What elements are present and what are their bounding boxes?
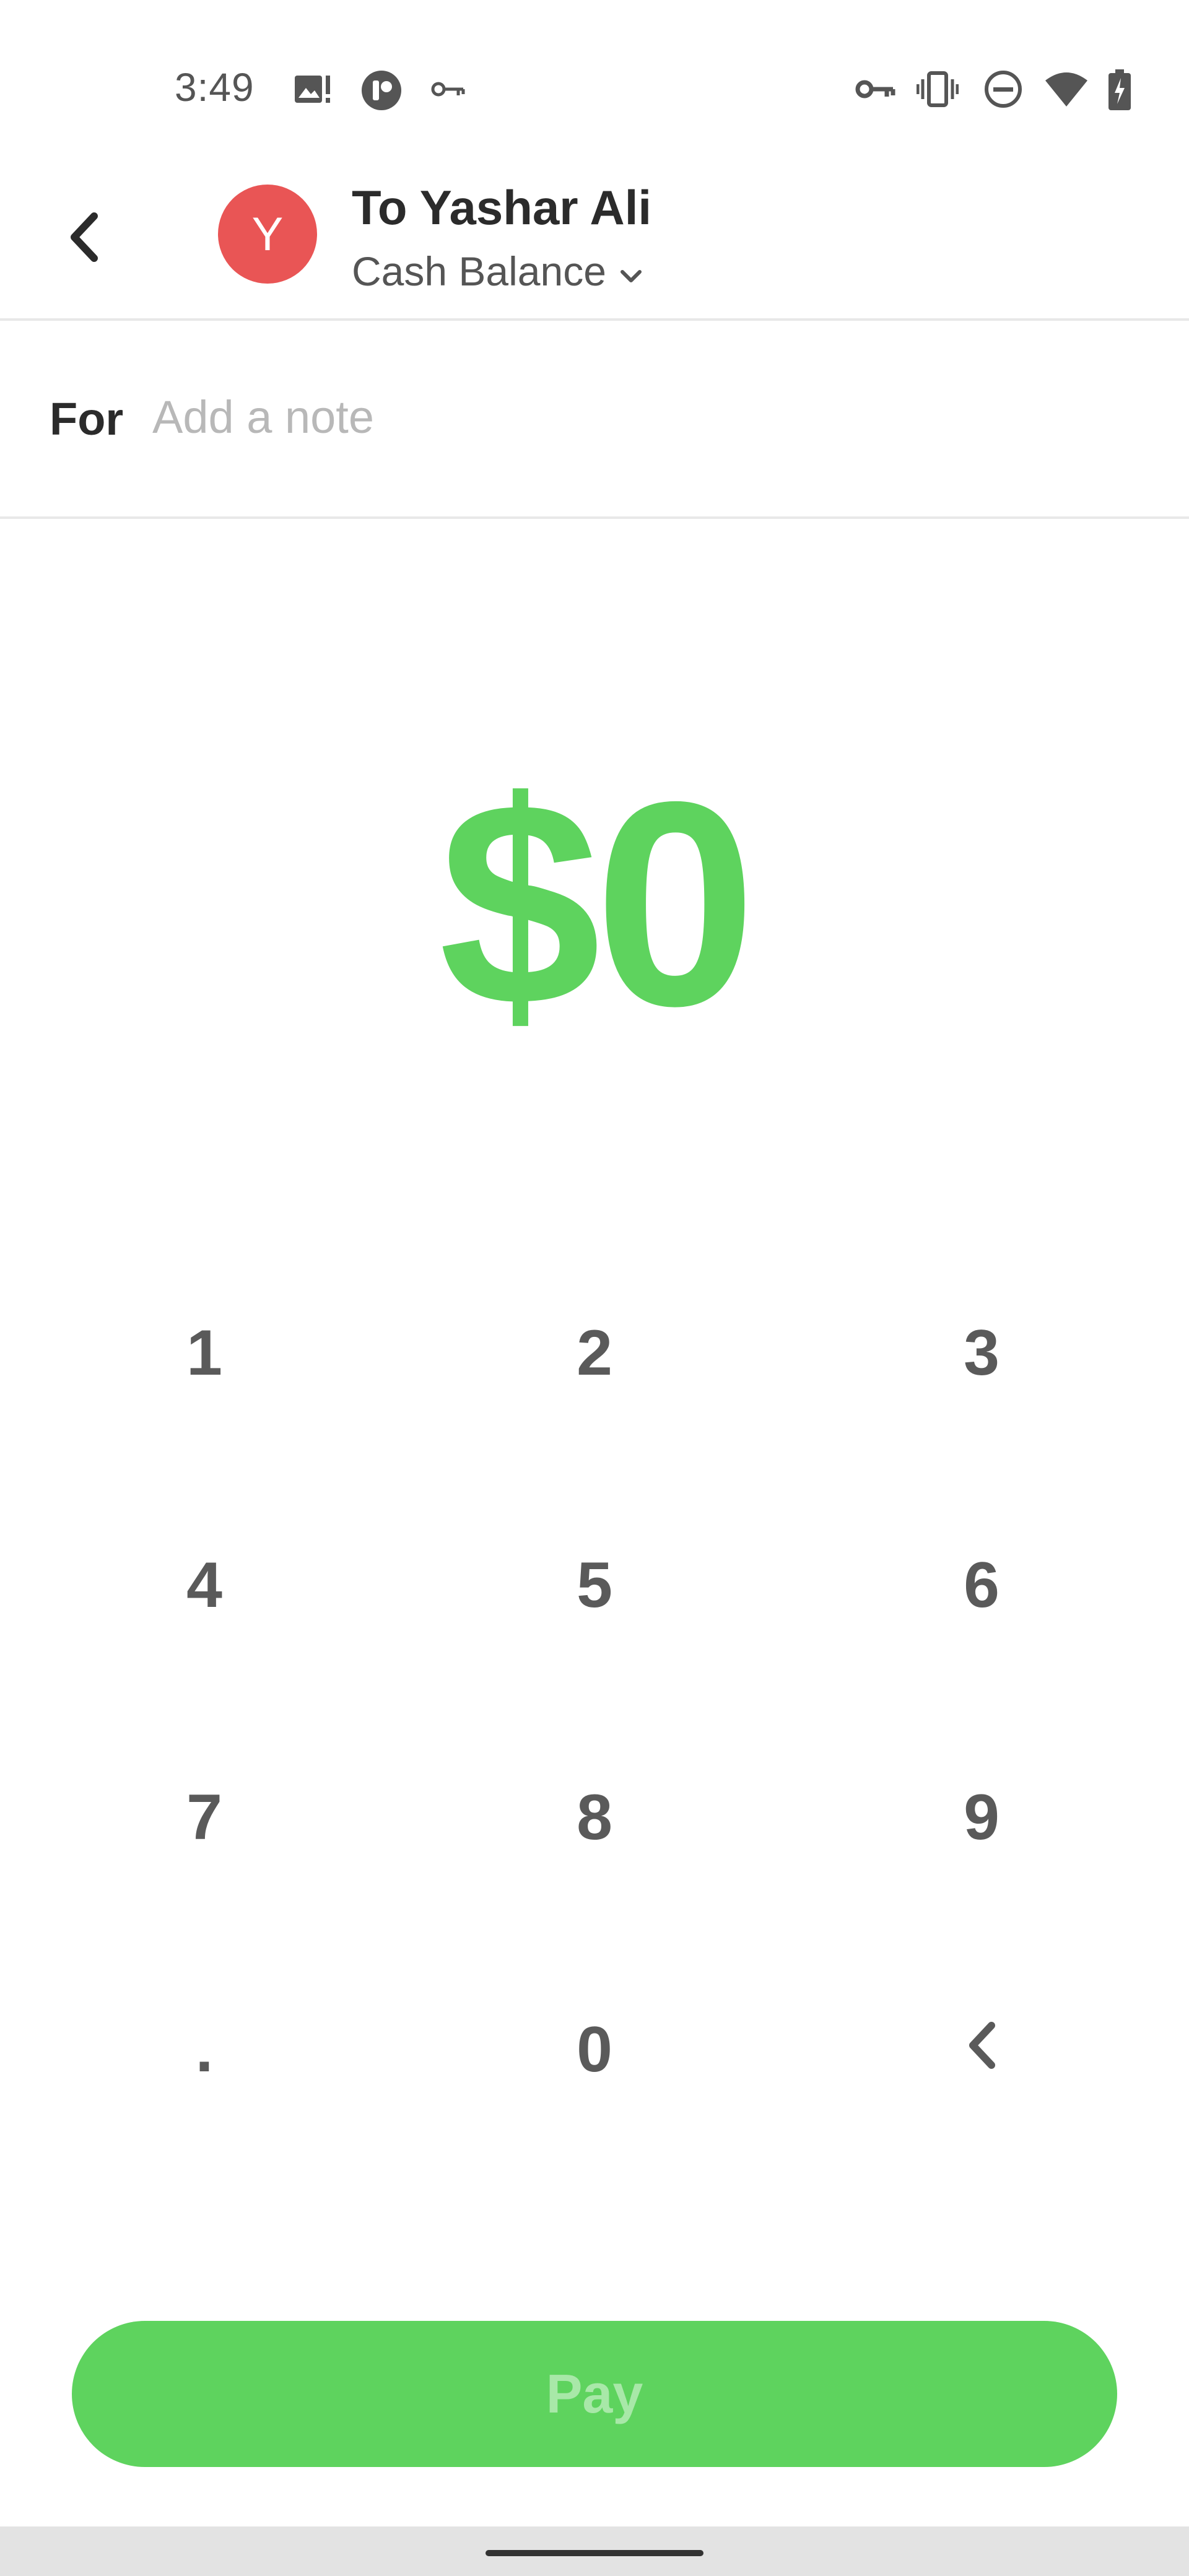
- vpn-key-icon: [855, 69, 895, 109]
- note-input[interactable]: [152, 383, 1081, 451]
- chevron-down-icon: [619, 248, 643, 295]
- payment-source-select[interactable]: Cash Balance: [352, 248, 643, 295]
- key-decimal[interactable]: .: [31, 1957, 378, 2143]
- keypad: 1 2 3 4 5 6 7 8 9 . 0: [0, 1260, 1189, 2189]
- do-not-disturb-icon: [983, 69, 1023, 109]
- vibrate-icon: [916, 69, 959, 109]
- chevron-left-icon: [66, 211, 103, 266]
- vpn-key-icon: [431, 69, 471, 109]
- key-8[interactable]: 8: [421, 1725, 768, 1910]
- battery-charging-icon: [1107, 69, 1147, 110]
- status-bar: 3:49: [0, 0, 1189, 180]
- app-notification-icon: [360, 69, 401, 110]
- avatar-initial: Y: [251, 207, 284, 261]
- key-1[interactable]: 1: [31, 1260, 378, 1446]
- key-6[interactable]: 6: [808, 1492, 1155, 1678]
- navigation-bar: [0, 2526, 1189, 2576]
- payment-header: Y To Yashar Ali Cash Balance: [0, 180, 1189, 321]
- avatar: Y: [218, 185, 317, 284]
- backspace-chevron-icon: [963, 2013, 1000, 2087]
- key-3[interactable]: 3: [808, 1260, 1155, 1446]
- pay-button[interactable]: Pay: [72, 2321, 1117, 2467]
- key-2[interactable]: 2: [421, 1260, 768, 1446]
- note-row: For: [0, 321, 1189, 519]
- amount-display: $0: [438, 741, 757, 1066]
- home-gesture-handle[interactable]: [486, 2550, 703, 2556]
- image-alert-icon: [294, 69, 333, 109]
- note-label: For: [50, 393, 124, 445]
- key-4[interactable]: 4: [31, 1492, 378, 1678]
- backspace-key[interactable]: [808, 1957, 1155, 2143]
- key-7[interactable]: 7: [31, 1725, 378, 1910]
- back-button[interactable]: [59, 204, 109, 272]
- key-9[interactable]: 9: [808, 1725, 1155, 1910]
- key-5[interactable]: 5: [421, 1492, 768, 1678]
- recipient-title: To Yashar Ali: [352, 180, 652, 235]
- payment-source-label: Cash Balance: [352, 248, 606, 294]
- wifi-icon: [1044, 69, 1087, 109]
- status-time: 3:49: [175, 65, 255, 110]
- key-0[interactable]: 0: [421, 1957, 768, 2143]
